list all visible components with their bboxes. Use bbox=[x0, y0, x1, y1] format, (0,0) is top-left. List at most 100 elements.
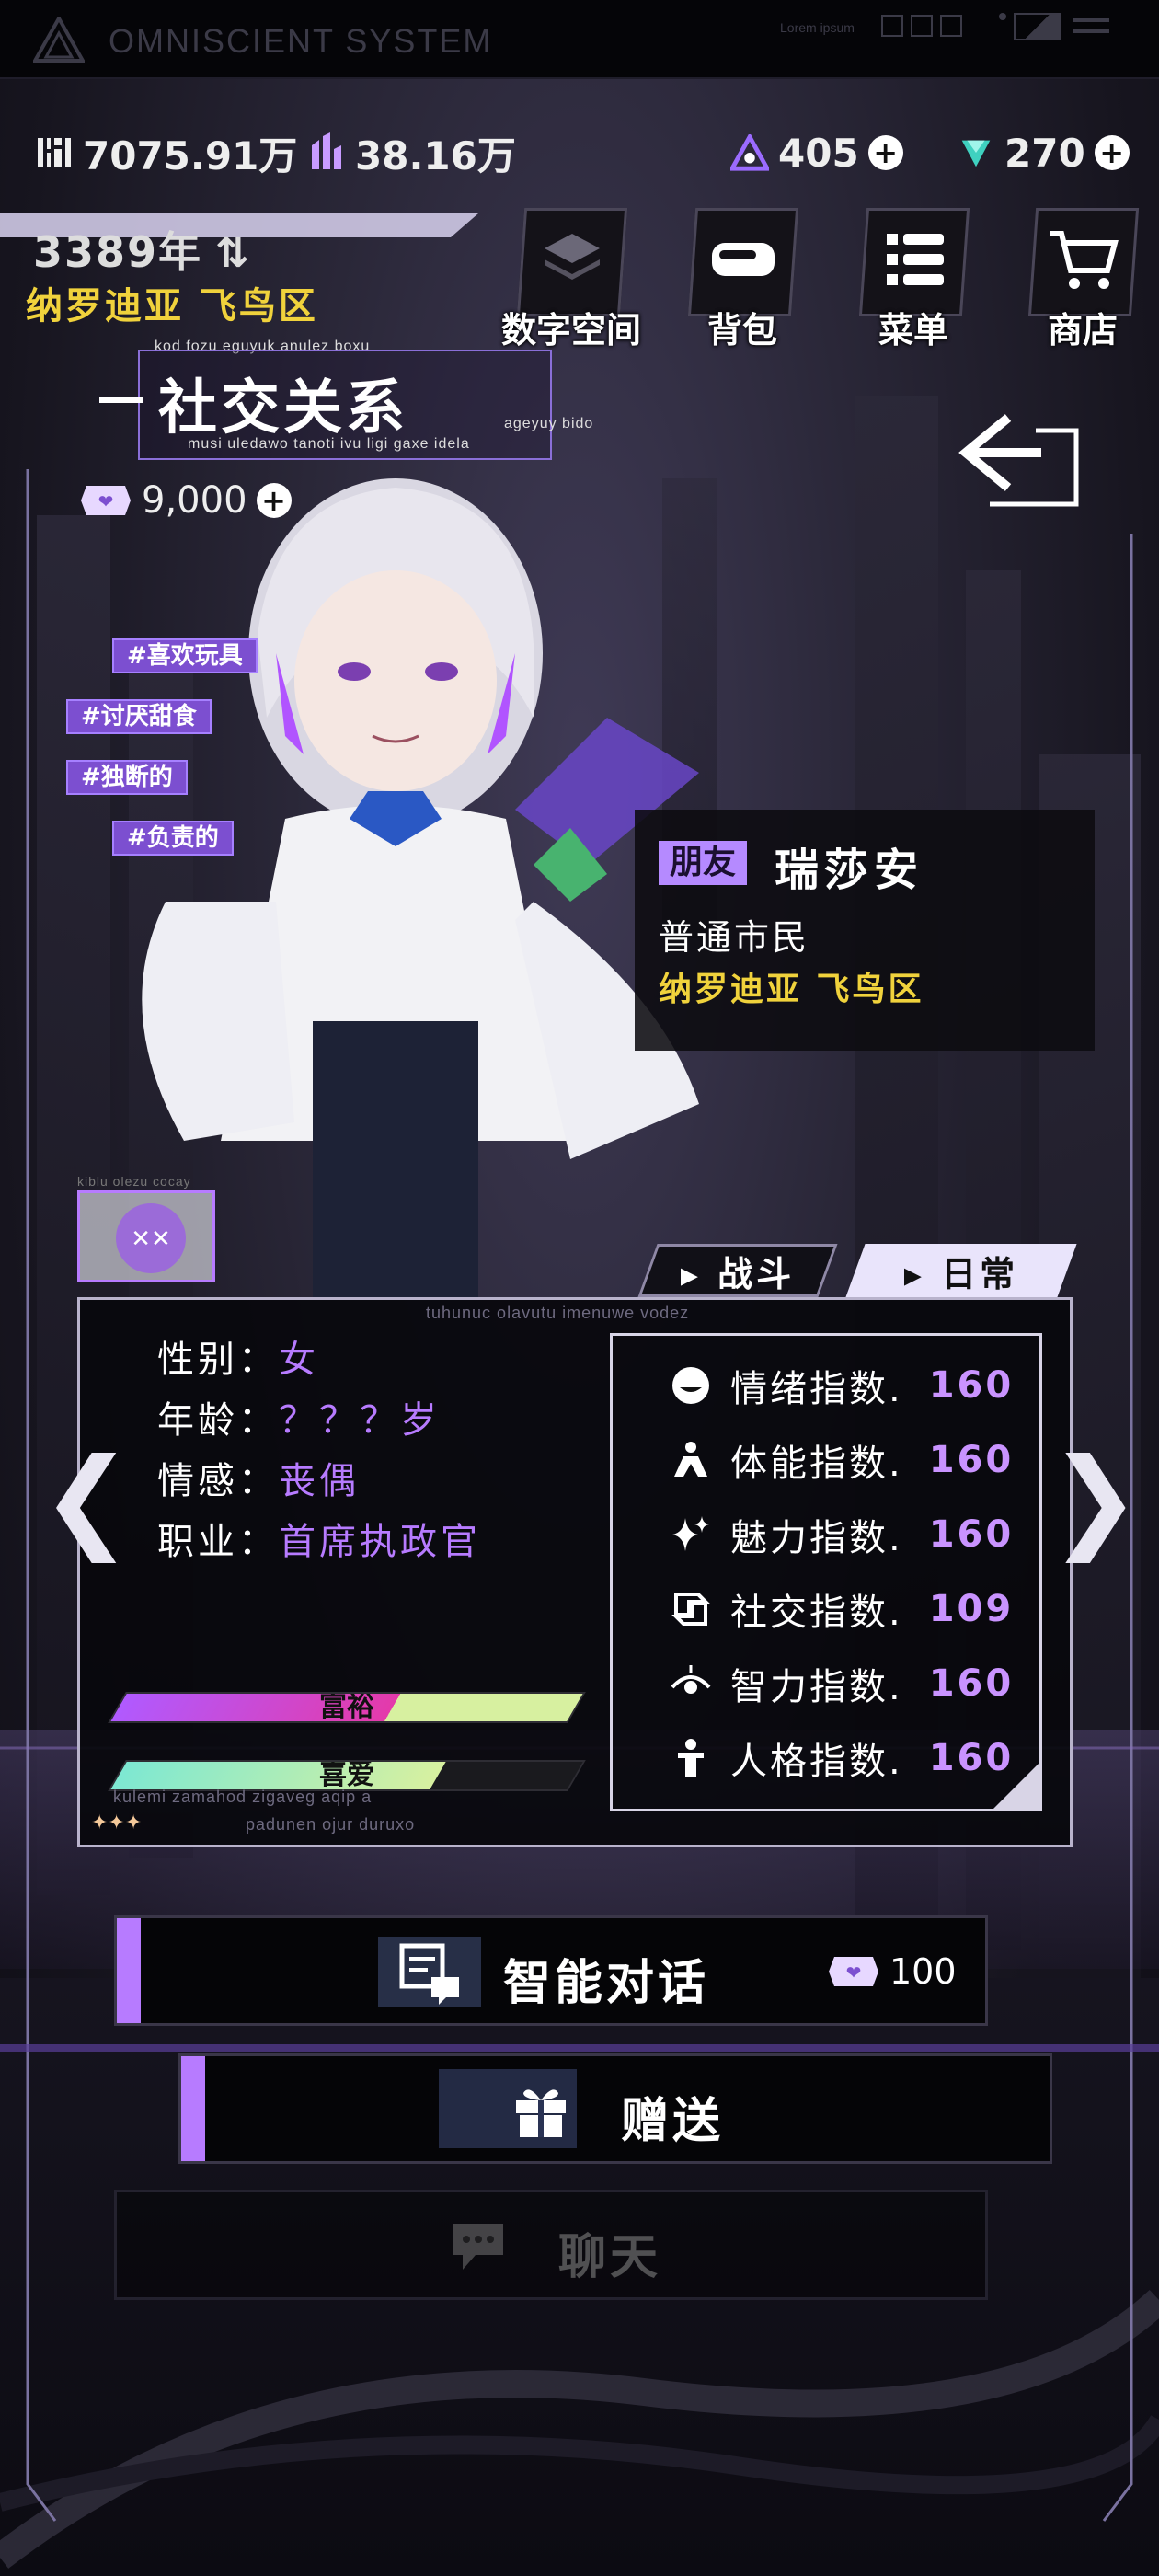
eye-intellect-icon bbox=[668, 1661, 714, 1707]
chat-button-disabled[interactable]: 聊天 bbox=[114, 2190, 988, 2300]
title-caption-right: ageyuy bido bbox=[504, 416, 594, 431]
character-badge: ✕✕ bbox=[77, 1190, 215, 1282]
mood-icon bbox=[668, 1363, 714, 1409]
trait-tag: #讨厌甜食 bbox=[66, 699, 212, 734]
wealth-bar: 富裕 bbox=[108, 1692, 586, 1723]
status-dot-icon bbox=[999, 13, 1006, 20]
character-job: 普通市民 bbox=[659, 917, 810, 958]
tab-battle-text: 战斗 bbox=[717, 1253, 796, 1294]
stat-personality: 人格指数. 160 bbox=[668, 1731, 1036, 1786]
layers-icon bbox=[545, 234, 600, 280]
affection-bar-label: 喜爱 bbox=[319, 1760, 374, 1791]
tab-daily-text: 日常 bbox=[941, 1253, 1019, 1294]
gem-a-resource: 405 + bbox=[730, 125, 903, 180]
nav-label: 数字空间 bbox=[500, 310, 641, 351]
diagonal-panel-icon bbox=[1014, 13, 1061, 40]
panel-footer-caption-1: kulemi zamahod zigaveg aqip a bbox=[113, 1788, 373, 1806]
gem-b-resource: 270 + bbox=[957, 125, 1130, 180]
menu-list-icon bbox=[887, 234, 944, 285]
top-system-bar: OMNISCIENT SYSTEM Lorem ipsum bbox=[0, 0, 1159, 79]
gift-icon bbox=[516, 2089, 566, 2137]
tab-daily[interactable]: ▸ 日常 bbox=[845, 1244, 1077, 1297]
cart-icon bbox=[1050, 231, 1119, 289]
chart-points-icon bbox=[307, 132, 346, 172]
nav-menu[interactable]: 菜单 bbox=[854, 208, 973, 351]
smart-chat-cost: 100 bbox=[889, 1951, 957, 1992]
chat-bubble-icon bbox=[453, 2224, 503, 2270]
person-icon bbox=[668, 1735, 714, 1781]
trait-tag: #负责的 bbox=[112, 821, 234, 856]
triangle-gem-icon bbox=[730, 133, 769, 172]
wealth-bar-label: 富裕 bbox=[319, 1692, 374, 1723]
smart-chat-button[interactable]: 智能对话 ❤ 100 bbox=[114, 1915, 988, 2026]
window-empty-square-icon bbox=[940, 15, 962, 37]
points-value: 38.16万 bbox=[355, 132, 516, 178]
money-resource: 7075.91万 bbox=[35, 125, 297, 180]
social-icon bbox=[668, 1586, 714, 1632]
info-age: 年龄：？？？岁 bbox=[157, 1399, 441, 1442]
profile-panel: tuhunuc olavutu imenuwe vodez 性别：女 年龄：？？… bbox=[77, 1297, 1073, 1847]
stats-box: 情绪指数. 160 体能指数. 160 魅力指数. 160 社交指数. 109 智力指数… bbox=[610, 1333, 1042, 1811]
character-name: 瑞莎安 bbox=[775, 845, 924, 896]
stat-fitness: 体能指数. 160 bbox=[668, 1432, 1036, 1488]
points-resource: 38.16万 bbox=[307, 125, 516, 180]
system-logo-icon bbox=[33, 17, 85, 63]
svg-text:✕✕: ✕✕ bbox=[131, 1225, 171, 1253]
nav-label: 商店 bbox=[1047, 310, 1118, 351]
stat-intellect: 智力指数. 160 bbox=[668, 1656, 1036, 1711]
nav-shop[interactable]: 商店 bbox=[1023, 208, 1142, 351]
stat-social: 社交指数. 109 bbox=[668, 1581, 1036, 1637]
info-emotion: 情感：丧偶 bbox=[157, 1460, 360, 1502]
fitness-icon bbox=[668, 1437, 714, 1483]
next-character-button[interactable]: ❯ bbox=[1049, 1435, 1142, 1563]
time-switch-icon[interactable]: ⇅ bbox=[215, 230, 251, 277]
topbar-lorem-text: Lorem ipsum bbox=[780, 20, 855, 35]
diamond-gem-icon bbox=[957, 133, 995, 172]
page-title: 社交关系 bbox=[158, 374, 408, 443]
info-gender: 性别：女 bbox=[157, 1339, 319, 1381]
year-text: 3389年 bbox=[33, 227, 203, 277]
character-location: 纳罗迪亚 飞鸟区 bbox=[659, 971, 924, 1008]
panel-footer-caption-2: padunen ojur duruxo bbox=[246, 1815, 416, 1834]
nav-label: 菜单 bbox=[878, 310, 948, 351]
bag-icon bbox=[712, 243, 775, 276]
stat-charm: 魅力指数. 160 bbox=[668, 1507, 1036, 1562]
gift-button[interactable]: 赠送 bbox=[178, 2053, 1052, 2164]
dialogue-screen-icon bbox=[399, 1943, 459, 2005]
location-text: 纳罗迪亚 飞鸟区 bbox=[26, 285, 318, 328]
badge-emblem-icon: ✕✕ bbox=[116, 1203, 186, 1273]
year-display: 3389年 ⇅ bbox=[33, 219, 251, 280]
gem-b-value: 270 bbox=[1004, 130, 1085, 176]
chat-label: 聊天 bbox=[558, 2230, 662, 2285]
gift-label: 赠送 bbox=[621, 2094, 725, 2149]
back-arrow-button[interactable] bbox=[953, 412, 1087, 510]
panel-caption: tuhunuc olavutu imenuwe vodez bbox=[426, 1304, 690, 1322]
add-gem-a-button[interactable]: + bbox=[867, 135, 903, 170]
tab-daily-label: ▸ 日常 bbox=[903, 1253, 1019, 1294]
stat-mood: 情绪指数. 160 bbox=[668, 1358, 1036, 1413]
window-close-square-icon bbox=[911, 15, 933, 37]
tab-battle-label: ▸ 战斗 bbox=[680, 1253, 796, 1294]
stars-decoration-icon: ✦✦✦ bbox=[91, 1811, 143, 1834]
tab-battle[interactable]: ▸ 战斗 bbox=[637, 1244, 838, 1297]
badge-caption: kiblu olezu cocay bbox=[77, 1174, 191, 1189]
system-title: OMNISCIENT SYSTEM bbox=[109, 22, 493, 60]
ticket-currency-icon: ❤ bbox=[829, 1957, 878, 1986]
barcode-money-icon bbox=[35, 133, 74, 172]
nav-bag[interactable]: 背包 bbox=[683, 208, 802, 351]
nav-digital-space[interactable]: 数字空间 bbox=[501, 208, 641, 351]
money-value: 7075.91万 bbox=[83, 132, 298, 178]
window-square-icon bbox=[881, 15, 903, 37]
charm-sparkle-icon bbox=[668, 1512, 714, 1558]
svg-text:❤: ❤ bbox=[846, 1961, 862, 1984]
trait-tag: #独断的 bbox=[66, 760, 188, 795]
affection-bar: 喜爱 bbox=[108, 1760, 586, 1791]
smart-chat-label: 智能对话 bbox=[503, 1956, 710, 2011]
info-occupation: 职业：首席执政官 bbox=[157, 1521, 481, 1563]
add-gem-b-button[interactable]: + bbox=[1094, 135, 1130, 170]
nav-label: 背包 bbox=[706, 310, 777, 351]
menu-lines-icon bbox=[1073, 18, 1109, 22]
friend-info-card: 朋友 瑞莎安 普通市民 纳罗迪亚 飞鸟区 bbox=[635, 810, 1095, 1051]
previous-character-button[interactable]: ❮ bbox=[40, 1435, 133, 1563]
relation-badge: 朋友 bbox=[659, 841, 748, 885]
